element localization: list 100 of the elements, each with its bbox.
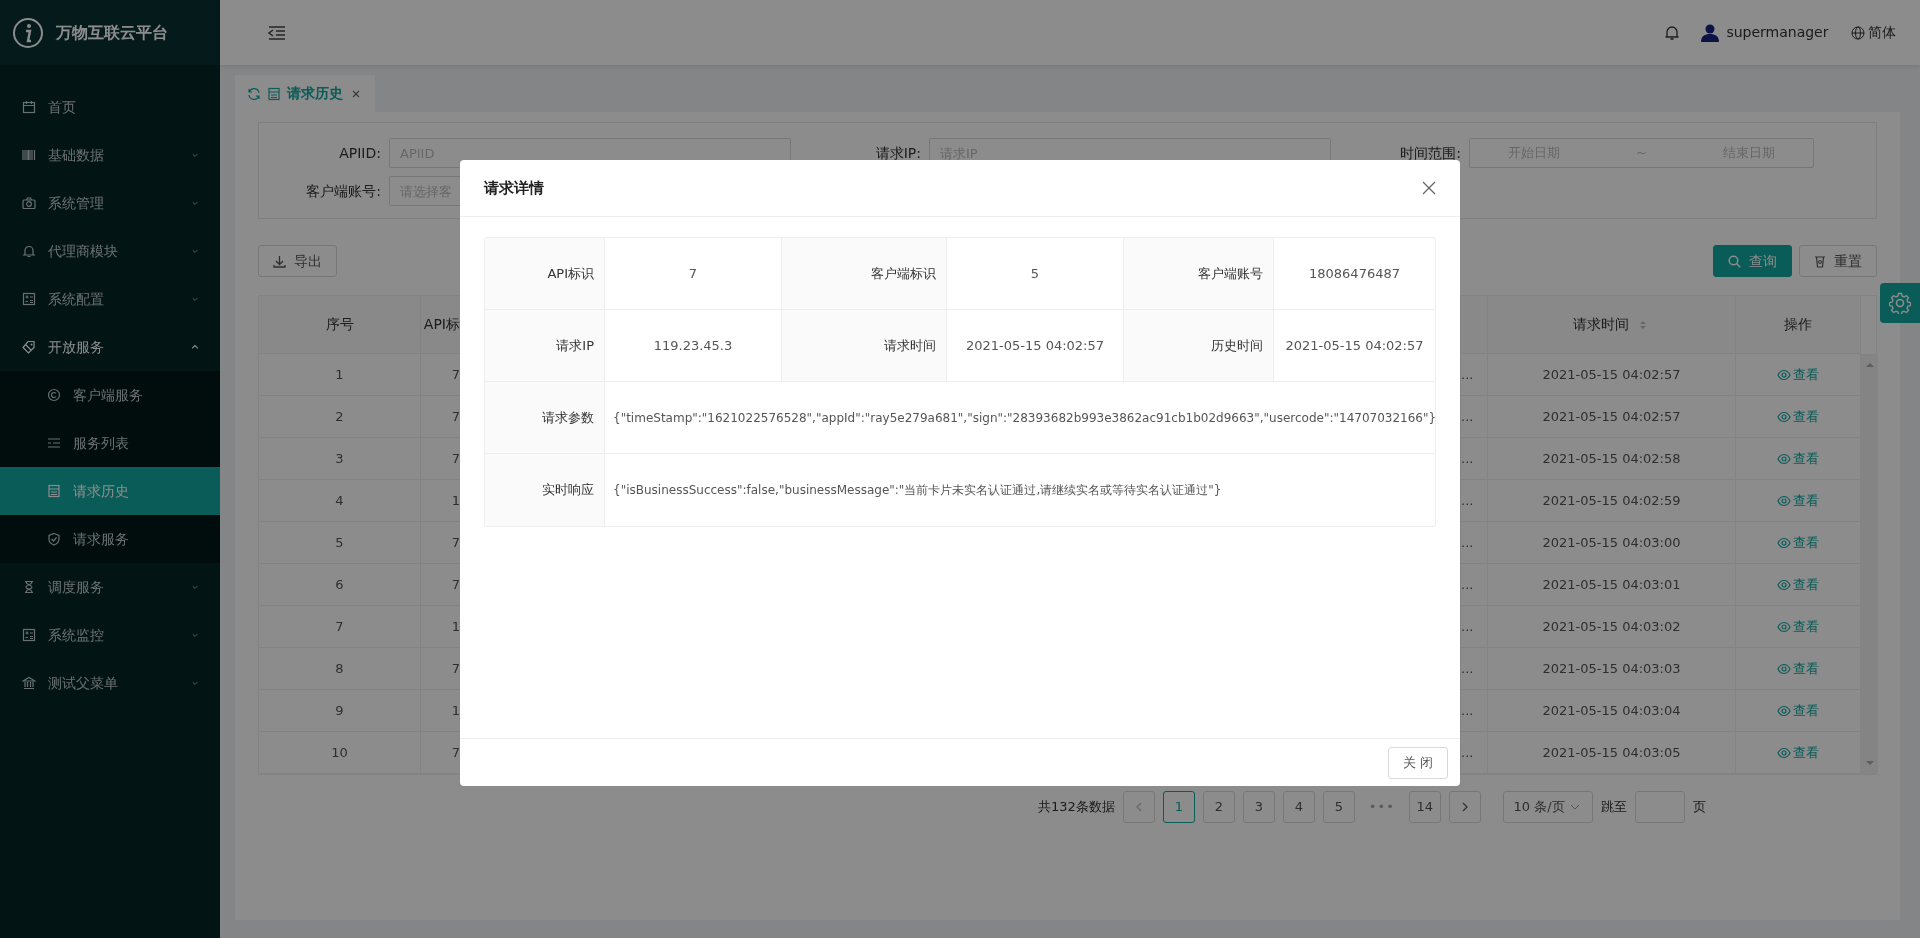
table-cell: 2021-05-15 04:03:03 — [1488, 648, 1736, 690]
camera-icon — [22, 196, 36, 210]
user-name[interactable]: supermanager — [1726, 22, 1829, 43]
bell-icon[interactable] — [1665, 24, 1680, 41]
table-cell: 7 — [259, 606, 421, 648]
view-link[interactable]: 查看 — [1777, 532, 1819, 553]
table-cell: 10 — [259, 732, 421, 774]
form-icon — [47, 484, 61, 498]
view-link[interactable]: 查看 — [1777, 490, 1819, 511]
eye-icon — [1777, 619, 1791, 634]
column-header: 序号 — [259, 296, 421, 354]
page-button[interactable]: 1 — [1162, 791, 1195, 823]
reset-button[interactable]: 重置 — [1799, 245, 1877, 277]
chevron-up-icon — [190, 342, 200, 352]
eye-icon — [1777, 661, 1791, 676]
sidebar-item[interactable]: 基础数据 — [0, 131, 220, 179]
column-header: 操作 — [1736, 296, 1861, 354]
form-icon — [267, 86, 281, 101]
column-header[interactable]: 请求时间 — [1488, 296, 1736, 354]
settings-icon[interactable] — [1889, 292, 1911, 314]
close-icon[interactable] — [1422, 181, 1436, 195]
sidebar-item[interactable]: 系统监控 — [0, 611, 220, 659]
field-label: 客户端账号: — [305, 181, 382, 201]
sidebar-subitem[interactable]: 请求服务 — [0, 515, 220, 563]
table-cell: ... — [1461, 354, 1488, 396]
sidebar-item[interactable]: 首页 — [0, 83, 220, 131]
eye-icon — [1777, 409, 1791, 424]
sidebar-item[interactable]: 开放服务 — [0, 323, 220, 371]
copyright-icon — [47, 388, 61, 402]
export-button[interactable]: 导出 — [258, 245, 337, 277]
previous-page-button[interactable] — [1122, 791, 1155, 823]
table-cell: 2021-05-15 04:03:04 — [1488, 690, 1736, 732]
sidebar-subitem[interactable]: 客户端服务 — [0, 371, 220, 419]
field-label: 请求IP: — [874, 143, 922, 163]
sidebar-subitem[interactable]: 服务列表 — [0, 419, 220, 467]
refresh-icon — [247, 86, 261, 101]
close-button[interactable]: 关 闭 — [1387, 746, 1448, 779]
table-cell: 3 — [259, 438, 421, 480]
table-cell: 2021-05-15 04:03:05 — [1488, 732, 1736, 774]
table-cell: 2021-05-15 04:03:01 — [1488, 564, 1736, 606]
calculator-icon — [22, 292, 36, 306]
scrollbar-track[interactable] — [1861, 354, 1878, 774]
detail-label: API标识 — [485, 238, 605, 310]
table-cell: ... — [1461, 438, 1488, 480]
menu-fold-icon[interactable] — [268, 24, 286, 41]
view-link[interactable]: 查看 — [1777, 616, 1819, 637]
language-selector[interactable]: 简体 — [1868, 22, 1896, 43]
eye-icon — [1777, 577, 1791, 592]
table-cell: 2021-05-15 04:02:57 — [1488, 396, 1736, 438]
hourglass-icon — [22, 580, 36, 594]
page-button[interactable]: 14 — [1408, 791, 1441, 823]
view-link[interactable]: 查看 — [1777, 742, 1819, 763]
detail-label: 客户端账号 — [1124, 238, 1274, 310]
detail-label: 历史时间 — [1124, 310, 1274, 382]
detail-label: 请求IP — [485, 310, 605, 382]
page-suffix: 页 — [1692, 798, 1706, 817]
page-tab[interactable]: 请求历史 — [235, 75, 375, 112]
sidebar-item[interactable]: 测试父菜单 — [0, 659, 220, 707]
bank-icon — [22, 676, 36, 690]
table-cell: 4 — [259, 480, 421, 522]
page-button[interactable]: 2 — [1202, 791, 1235, 823]
view-link[interactable]: 查看 — [1777, 700, 1819, 721]
table-cell: 2021-05-15 04:03:02 — [1488, 606, 1736, 648]
table-cell: ... — [1461, 564, 1488, 606]
view-link[interactable]: 查看 — [1777, 448, 1819, 469]
table-cell: 2021-05-15 04:02:58 — [1488, 438, 1736, 480]
page-button[interactable]: 4 — [1282, 791, 1315, 823]
sidebar-subitem[interactable]: 请求历史 — [0, 467, 220, 515]
page-button[interactable]: 5 — [1322, 791, 1355, 823]
table-cell: ... — [1461, 690, 1488, 732]
calendar-icon — [22, 100, 36, 114]
sidebar-item[interactable]: 调度服务 — [0, 563, 220, 611]
eye-icon — [1777, 745, 1791, 760]
sidebar-item[interactable]: 系统配置 — [0, 275, 220, 323]
tag-icon — [22, 340, 36, 354]
detail-value: {"timeStamp":"1621022576528","appId":"ray5e279a681","sign":"28393682b993e3862ac91cb1b02d9663","usercode":"14707032166"} — [605, 382, 1435, 454]
search-button[interactable]: 查询 — [1713, 245, 1792, 277]
download-icon — [273, 254, 286, 268]
view-link[interactable]: 查看 — [1777, 658, 1819, 679]
eye-icon — [1777, 703, 1791, 718]
table-cell: 2021-05-15 04:03:00 — [1488, 522, 1736, 564]
barcode-icon — [22, 148, 36, 162]
table-cell: ... — [1461, 396, 1488, 438]
view-link[interactable]: 查看 — [1777, 364, 1819, 385]
view-link[interactable]: 查看 — [1777, 574, 1819, 595]
eye-icon — [1777, 535, 1791, 550]
page-button[interactable]: 3 — [1242, 791, 1275, 823]
table-cell: 6 — [259, 564, 421, 606]
sidebar-item[interactable]: 系统管理 — [0, 179, 220, 227]
sidebar-item[interactable]: 代理商模块 — [0, 227, 220, 275]
field-label: APIID: — [338, 143, 382, 163]
page-size-select[interactable]: 10 条/页 — [1502, 791, 1593, 823]
dialog-title: 请求详情 — [484, 177, 544, 199]
next-page-button[interactable] — [1448, 791, 1481, 823]
view-link[interactable]: 查看 — [1777, 406, 1819, 427]
jump-label: 跳至 — [1600, 798, 1627, 817]
trash-icon — [1814, 254, 1826, 268]
table-cell: ... — [1461, 648, 1488, 690]
eye-icon — [1777, 451, 1791, 466]
table-cell: 1 — [259, 354, 421, 396]
